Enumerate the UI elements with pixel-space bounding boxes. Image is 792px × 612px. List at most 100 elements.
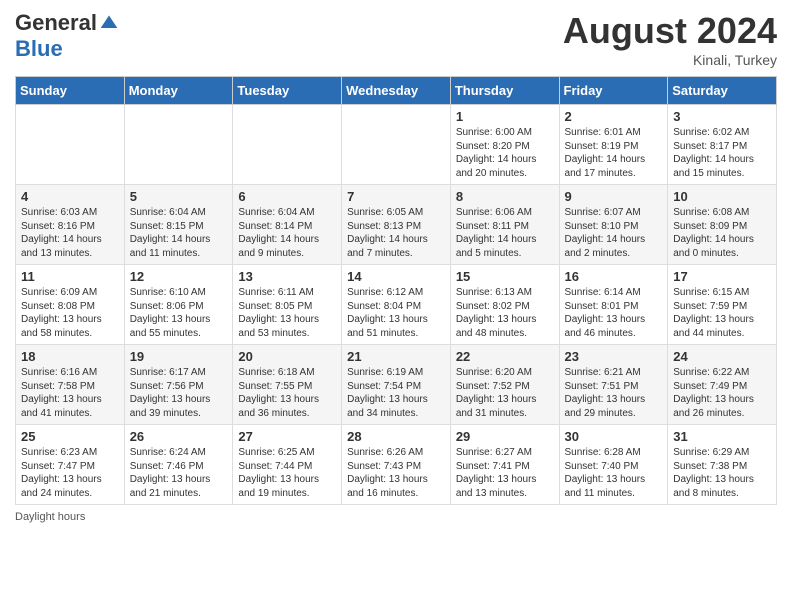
calendar-day-header: Monday [124,77,233,105]
day-number: 10 [673,189,771,204]
calendar-day-cell: 4 Sunrise: 6:03 AM Sunset: 8:16 PM Daylig… [16,185,125,265]
day-info: Sunrise: 6:25 AM Sunset: 7:44 PM Dayligh… [238,446,336,500]
day-info: Sunrise: 6:09 AM Sunset: 8:08 PM Dayligh… [21,286,119,340]
day-info: Sunrise: 6:00 AM Sunset: 8:20 PM Dayligh… [456,126,554,180]
day-info: Sunrise: 6:29 AM Sunset: 7:38 PM Dayligh… [673,446,771,500]
day-number: 15 [456,269,554,284]
calendar-day-cell: 14 Sunrise: 6:12 AM Sunset: 8:04 PM Dayli… [342,265,451,345]
day-info: Sunrise: 6:11 AM Sunset: 8:05 PM Dayligh… [238,286,336,340]
day-info: Sunrise: 6:22 AM Sunset: 7:49 PM Dayligh… [673,366,771,420]
month-title: August 2024 [563,10,777,52]
day-number: 25 [21,429,119,444]
calendar-day-cell: 27 Sunrise: 6:25 AM Sunset: 7:44 PM Dayli… [233,425,342,505]
day-number: 7 [347,189,445,204]
calendar-day-cell [124,105,233,185]
calendar-week-row: 4 Sunrise: 6:03 AM Sunset: 8:16 PM Daylig… [16,185,777,265]
page-header: General Blue August 2024 Kinali, Turkey [15,10,777,68]
day-number: 30 [565,429,663,444]
logo: General Blue [15,10,119,62]
day-number: 16 [565,269,663,284]
calendar-day-cell: 15 Sunrise: 6:13 AM Sunset: 8:02 PM Dayli… [450,265,559,345]
day-info: Sunrise: 6:07 AM Sunset: 8:10 PM Dayligh… [565,206,663,260]
day-number: 5 [130,189,228,204]
calendar-day-cell: 28 Sunrise: 6:26 AM Sunset: 7:43 PM Dayli… [342,425,451,505]
day-info: Sunrise: 6:12 AM Sunset: 8:04 PM Dayligh… [347,286,445,340]
calendar-day-cell: 21 Sunrise: 6:19 AM Sunset: 7:54 PM Dayli… [342,345,451,425]
day-info: Sunrise: 6:20 AM Sunset: 7:52 PM Dayligh… [456,366,554,420]
calendar-day-cell: 5Sunrise: 6:04 AM Sunset: 8:15 PM Daylig… [124,185,233,265]
calendar-day-cell [233,105,342,185]
day-number: 24 [673,349,771,364]
day-info: Sunrise: 6:10 AM Sunset: 8:06 PM Dayligh… [130,286,228,340]
calendar-day-cell: 7 Sunrise: 6:05 AM Sunset: 8:13 PM Daylig… [342,185,451,265]
calendar-day-cell: 31Sunrise: 6:29 AM Sunset: 7:38 PM Dayli… [668,425,777,505]
calendar-day-cell: 10Sunrise: 6:08 AM Sunset: 8:09 PM Dayli… [668,185,777,265]
calendar-table: SundayMondayTuesdayWednesdayThursdayFrid… [15,76,777,505]
day-number: 28 [347,429,445,444]
calendar-week-row: 25Sunrise: 6:23 AM Sunset: 7:47 PM Dayli… [16,425,777,505]
logo-icon [99,13,119,33]
day-info: Sunrise: 6:26 AM Sunset: 7:43 PM Dayligh… [347,446,445,500]
day-info: Sunrise: 6:27 AM Sunset: 7:41 PM Dayligh… [456,446,554,500]
day-info: Sunrise: 6:05 AM Sunset: 8:13 PM Dayligh… [347,206,445,260]
day-info: Sunrise: 6:13 AM Sunset: 8:02 PM Dayligh… [456,286,554,340]
title-area: August 2024 Kinali, Turkey [563,10,777,68]
calendar-day-header: Wednesday [342,77,451,105]
calendar-day-cell: 3 Sunrise: 6:02 AM Sunset: 8:17 PM Daylig… [668,105,777,185]
calendar-day-cell: 6 Sunrise: 6:04 AM Sunset: 8:14 PM Daylig… [233,185,342,265]
day-info: Sunrise: 6:04 AM Sunset: 8:14 PM Dayligh… [238,206,336,260]
day-info: Sunrise: 6:21 AM Sunset: 7:51 PM Dayligh… [565,366,663,420]
calendar-day-cell: 11 Sunrise: 6:09 AM Sunset: 8:08 PM Dayli… [16,265,125,345]
calendar-day-cell: 18 Sunrise: 6:16 AM Sunset: 7:58 PM Dayli… [16,345,125,425]
calendar-day-cell: 23Sunrise: 6:21 AM Sunset: 7:51 PM Dayli… [559,345,668,425]
calendar-day-cell: 22 Sunrise: 6:20 AM Sunset: 7:52 PM Dayli… [450,345,559,425]
day-number: 14 [347,269,445,284]
day-info: Sunrise: 6:24 AM Sunset: 7:46 PM Dayligh… [130,446,228,500]
calendar-day-cell: 1 Sunrise: 6:00 AM Sunset: 8:20 PM Daylig… [450,105,559,185]
day-info: Sunrise: 6:16 AM Sunset: 7:58 PM Dayligh… [21,366,119,420]
day-number: 6 [238,189,336,204]
day-info: Sunrise: 6:06 AM Sunset: 8:11 PM Dayligh… [456,206,554,260]
day-info: Sunrise: 6:03 AM Sunset: 8:16 PM Dayligh… [21,206,119,260]
day-number: 12 [130,269,228,284]
calendar-day-cell: 26Sunrise: 6:24 AM Sunset: 7:46 PM Dayli… [124,425,233,505]
calendar-day-header: Tuesday [233,77,342,105]
calendar-day-cell: 30 Sunrise: 6:28 AM Sunset: 7:40 PM Dayli… [559,425,668,505]
calendar-day-cell: 17Sunrise: 6:15 AM Sunset: 7:59 PM Dayli… [668,265,777,345]
calendar-day-cell: 2Sunrise: 6:01 AM Sunset: 8:19 PM Daylig… [559,105,668,185]
day-number: 13 [238,269,336,284]
calendar-day-cell [342,105,451,185]
day-info: Sunrise: 6:28 AM Sunset: 7:40 PM Dayligh… [565,446,663,500]
day-number: 20 [238,349,336,364]
calendar-day-cell: 8Sunrise: 6:06 AM Sunset: 8:11 PM Daylig… [450,185,559,265]
location: Kinali, Turkey [563,52,777,68]
day-number: 22 [456,349,554,364]
day-info: Sunrise: 6:01 AM Sunset: 8:19 PM Dayligh… [565,126,663,180]
day-number: 11 [21,269,119,284]
day-info: Sunrise: 6:02 AM Sunset: 8:17 PM Dayligh… [673,126,771,180]
calendar-day-cell: 29 Sunrise: 6:27 AM Sunset: 7:41 PM Dayli… [450,425,559,505]
day-info: Sunrise: 6:17 AM Sunset: 7:56 PM Dayligh… [130,366,228,420]
day-info: Sunrise: 6:18 AM Sunset: 7:55 PM Dayligh… [238,366,336,420]
calendar-day-header: Saturday [668,77,777,105]
logo-general-text: General [15,10,97,36]
calendar-day-header: Sunday [16,77,125,105]
day-number: 18 [21,349,119,364]
calendar-day-cell: 24 Sunrise: 6:22 AM Sunset: 7:49 PM Dayli… [668,345,777,425]
day-info: Sunrise: 6:19 AM Sunset: 7:54 PM Dayligh… [347,366,445,420]
calendar-day-cell: 12 Sunrise: 6:10 AM Sunset: 8:06 PM Dayli… [124,265,233,345]
day-number: 29 [456,429,554,444]
day-number: 21 [347,349,445,364]
calendar-day-cell: 20 Sunrise: 6:18 AM Sunset: 7:55 PM Dayli… [233,345,342,425]
calendar-day-cell: 16Sunrise: 6:14 AM Sunset: 8:01 PM Dayli… [559,265,668,345]
day-number: 9 [565,189,663,204]
calendar-day-cell: 19Sunrise: 6:17 AM Sunset: 7:56 PM Dayli… [124,345,233,425]
logo-blue-text: Blue [15,36,63,61]
calendar-week-row: 1 Sunrise: 6:00 AM Sunset: 8:20 PM Daylig… [16,105,777,185]
day-number: 4 [21,189,119,204]
day-number: 1 [456,109,554,124]
day-number: 3 [673,109,771,124]
calendar-week-row: 18 Sunrise: 6:16 AM Sunset: 7:58 PM Dayli… [16,345,777,425]
calendar-week-row: 11 Sunrise: 6:09 AM Sunset: 8:08 PM Dayli… [16,265,777,345]
day-number: 27 [238,429,336,444]
